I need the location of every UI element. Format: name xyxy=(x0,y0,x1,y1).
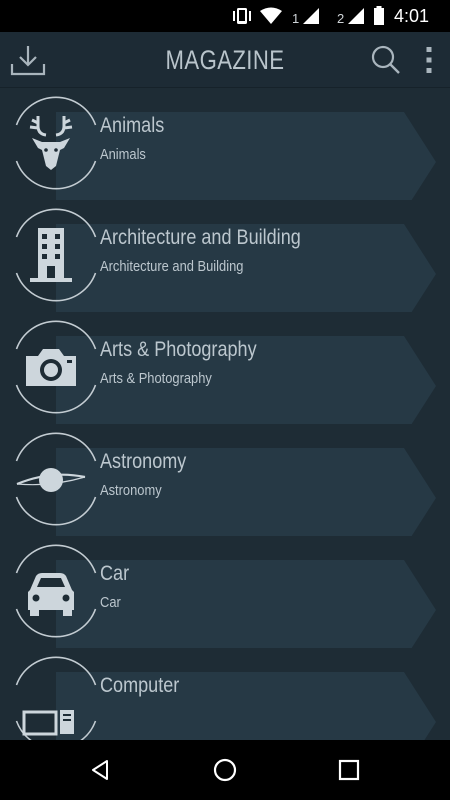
car-icon xyxy=(28,573,74,616)
home-icon xyxy=(213,758,237,782)
battery-icon xyxy=(373,0,385,32)
back-button[interactable] xyxy=(70,740,130,800)
camera-icon xyxy=(26,349,76,386)
list-item[interactable]: Astronomy Astronomy xyxy=(0,424,450,536)
page-title: MAGAZINE xyxy=(165,45,285,75)
list-item[interactable]: Car Car xyxy=(0,536,450,648)
category-subtitle: Architecture and Building xyxy=(100,258,244,275)
deer-icon xyxy=(29,116,73,170)
recents-button[interactable] xyxy=(319,740,379,800)
sim2-label: 2 xyxy=(337,10,345,26)
building-icon xyxy=(30,228,72,282)
status-bar: 1 2 4:01 xyxy=(0,0,450,32)
category-title: Computer xyxy=(100,674,180,697)
category-title: Car xyxy=(100,562,130,585)
back-icon xyxy=(92,760,108,780)
signal-icon xyxy=(347,0,365,32)
category-subtitle: Animals xyxy=(100,146,146,163)
vibrate-icon xyxy=(231,0,253,32)
computer-icon xyxy=(22,710,74,736)
list-item[interactable]: Arts & Photography Arts & Photography xyxy=(0,312,450,424)
status-time: 4:01 xyxy=(394,5,430,26)
category-title: Architecture and Building xyxy=(100,226,301,249)
recents-icon xyxy=(338,759,360,781)
search-icon xyxy=(371,45,400,74)
list-item[interactable]: Architecture and Building Architecture a… xyxy=(0,200,450,312)
category-subtitle: Car xyxy=(100,594,121,611)
category-title: Animals xyxy=(100,114,165,137)
signal-icon xyxy=(302,0,320,32)
navigation-bar xyxy=(0,740,450,800)
home-button[interactable] xyxy=(195,740,255,800)
more-options-button[interactable] xyxy=(414,32,444,88)
sim1-label: 1 xyxy=(292,10,300,26)
category-title: Astronomy xyxy=(100,450,187,473)
search-button[interactable] xyxy=(366,32,406,88)
more-vert-icon xyxy=(426,47,432,73)
list-item[interactable]: Computer xyxy=(0,648,450,740)
app-toolbar: MAGAZINE xyxy=(0,32,450,88)
planet-icon xyxy=(16,468,86,492)
list-item[interactable]: Animals Animals xyxy=(0,88,450,200)
category-subtitle: Arts & Photography xyxy=(100,370,212,387)
category-subtitle: Astronomy xyxy=(100,482,162,499)
category-list: Animals Animals Architecture and Buildin… xyxy=(0,88,450,740)
wifi-icon xyxy=(259,0,283,32)
category-title: Arts & Photography xyxy=(100,338,257,361)
